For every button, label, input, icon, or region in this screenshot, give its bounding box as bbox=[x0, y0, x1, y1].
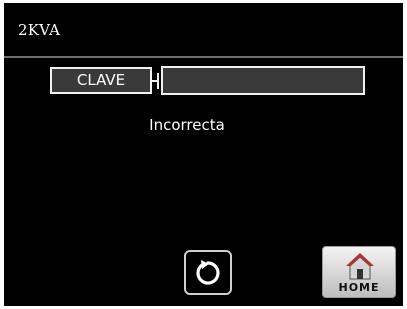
device-screen: 2KVA CLAVE Incorrecta HOME bbox=[4, 3, 403, 306]
password-input[interactable] bbox=[161, 66, 365, 95]
title-bar: 2KVA bbox=[4, 3, 403, 58]
home-button[interactable]: HOME bbox=[322, 246, 396, 298]
home-icon bbox=[346, 253, 374, 280]
password-label: CLAVE bbox=[50, 67, 152, 94]
status-message: Incorrecta bbox=[149, 116, 225, 134]
page-title: 2KVA bbox=[18, 21, 61, 39]
refresh-button[interactable] bbox=[184, 250, 232, 295]
refresh-icon bbox=[196, 259, 220, 285]
home-label: HOME bbox=[338, 281, 380, 294]
label-connector-bracket bbox=[157, 73, 159, 89]
